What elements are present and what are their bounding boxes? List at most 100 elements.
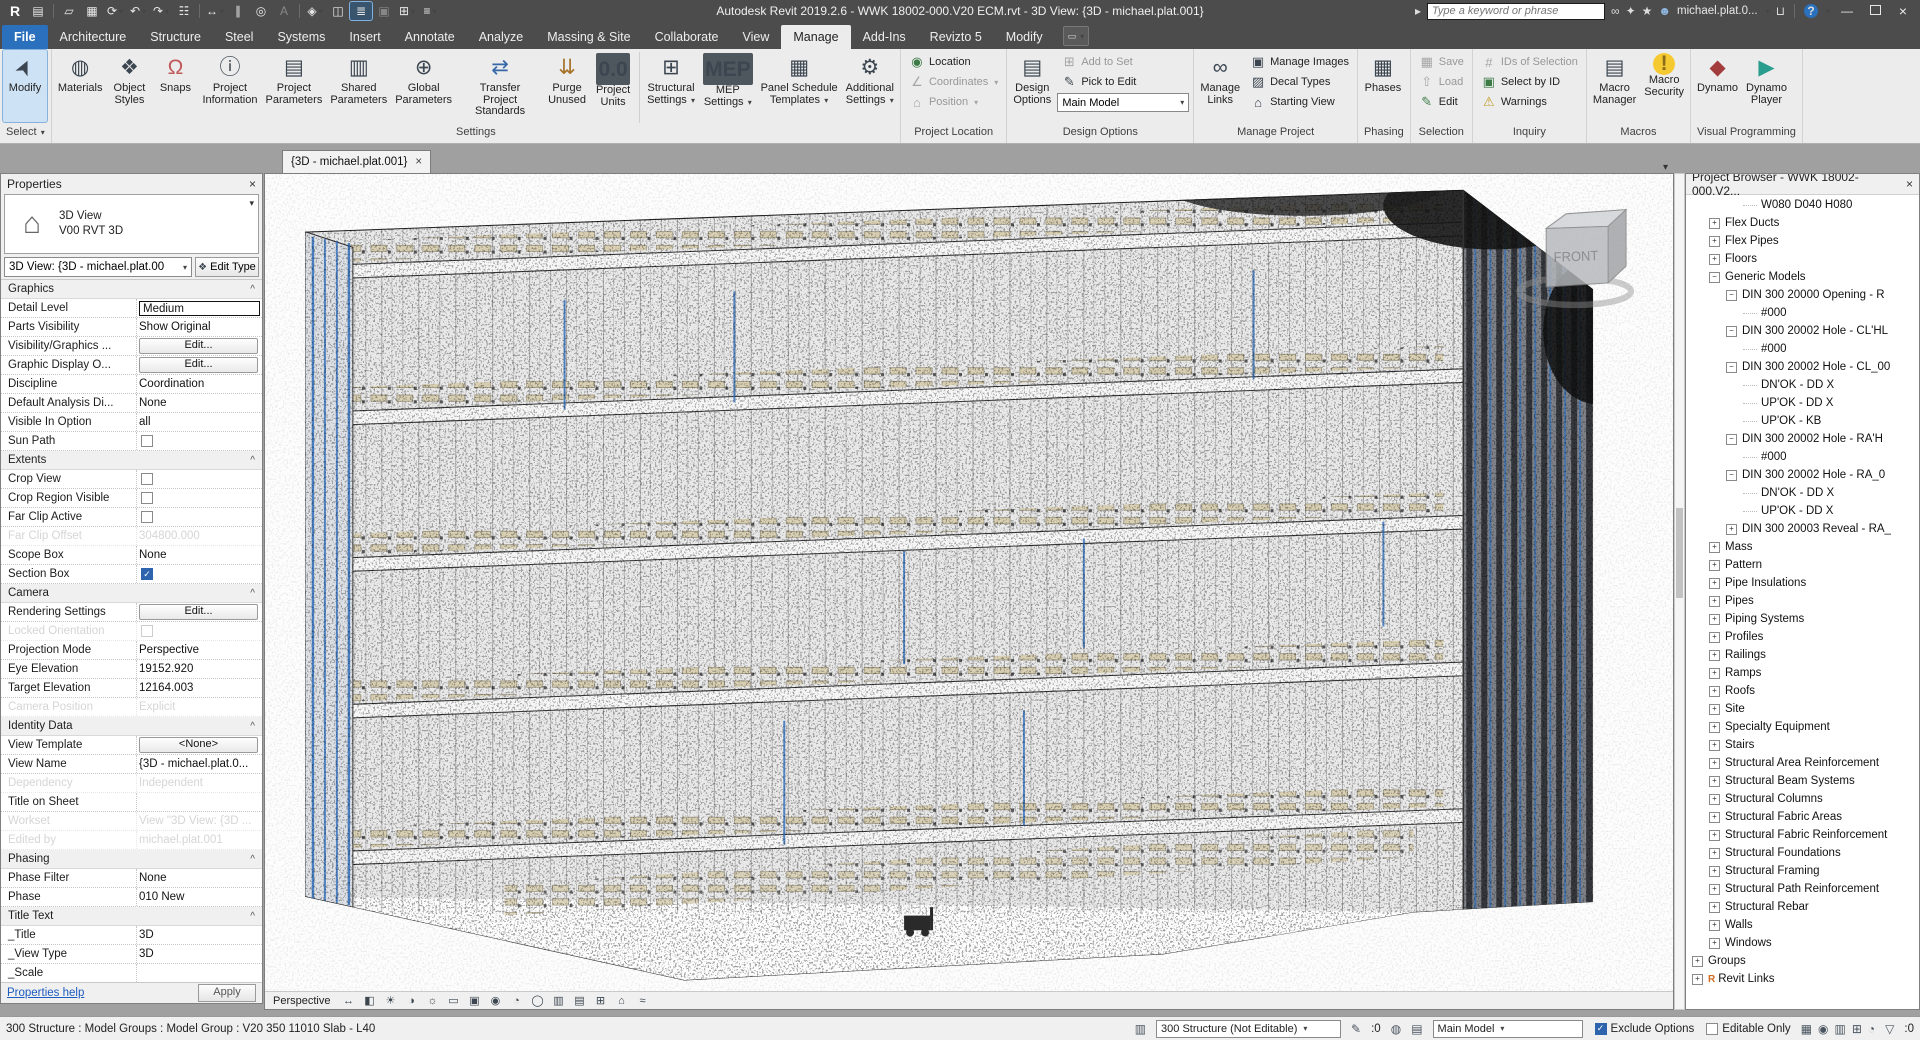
select-underlay-icon[interactable]: ◉ [1818, 1022, 1828, 1036]
transfer-project-standards-button[interactable]: ⇄Transfer Project Standards [457, 50, 543, 122]
materials-button[interactable]: ◍Materials [55, 50, 106, 122]
print-icon[interactable]: ☷ [173, 2, 195, 20]
collapse-chevron-icon[interactable]: ^ [250, 911, 255, 922]
tree-item-walls[interactable]: +Walls [1686, 916, 1919, 934]
crop-region-visible-checkbox[interactable] [141, 492, 153, 504]
expand-plus-icon[interactable]: + [1709, 758, 1720, 769]
restore-button[interactable] [1864, 4, 1886, 18]
position-button[interactable]: ⌂Position▾ [905, 92, 1002, 112]
tree-item-profiles[interactable]: +Profiles [1686, 628, 1919, 646]
expand-plus-icon[interactable]: + [1709, 578, 1720, 589]
worksets-icon[interactable]: ▥ [1135, 1022, 1146, 1036]
collapse-minus-icon[interactable]: − [1726, 290, 1737, 301]
collapse-minus-icon[interactable]: − [1726, 434, 1737, 445]
far-clip-active-checkbox[interactable] [141, 511, 153, 523]
tab-insert[interactable]: Insert [337, 25, 392, 49]
design-options-icon[interactable]: ▤ [1411, 1022, 1422, 1036]
save-button[interactable]: ▦Save [1415, 52, 1468, 72]
detail-level-value[interactable]: Medium [139, 301, 260, 316]
tree-item-structural-rebar[interactable]: +Structural Rebar [1686, 898, 1919, 916]
rendering-settings-edit-button[interactable]: Edit... [139, 604, 258, 620]
selection-toggle-icon[interactable]: ⌂ [614, 995, 628, 1007]
expand-plus-icon[interactable]: + [1709, 686, 1720, 697]
communication-center-icon[interactable]: ✦ [1626, 4, 1636, 18]
switch-windows-icon[interactable]: ⊞▾ [396, 2, 418, 20]
tab-systems[interactable]: Systems [265, 25, 337, 49]
customize-qat-icon[interactable]: ≡▾ [419, 2, 441, 20]
tree-item-din-300-20002-hole-cl-00[interactable]: −DIN 300 20002 Hole - CL_00 [1686, 358, 1919, 376]
lock-3d-view-icon[interactable]: ◉ [488, 994, 502, 1007]
select-links-icon[interactable]: ▦ [1801, 1022, 1812, 1036]
collapse-minus-icon[interactable]: − [1726, 470, 1737, 481]
tree-item-structural-path-reinforcement[interactable]: +Structural Path Reinforcement [1686, 880, 1919, 898]
active-workset-combobox[interactable]: 300 Structure (Not Editable)▾ [1156, 1020, 1341, 1038]
tab-structure[interactable]: Structure [138, 25, 213, 49]
section-header-title-text[interactable]: Title Text^ [1, 907, 262, 926]
view-template-edit-button[interactable]: <None> [139, 737, 258, 753]
tree-item-structural-framing[interactable]: +Structural Framing [1686, 862, 1919, 880]
tree-item-w080-d040-h080[interactable]: W080 D040 H080 [1686, 196, 1919, 214]
pick-to-edit-button[interactable]: ✎Pick to Edit [1057, 72, 1189, 92]
expand-plus-icon[interactable]: + [1709, 614, 1720, 625]
expand-plus-icon[interactable]: + [1709, 848, 1720, 859]
show-constraints-icon[interactable]: ⊞ [593, 994, 607, 1007]
crop-view-icon[interactable]: ▭ [446, 994, 460, 1007]
view-tab-close-icon[interactable]: × [415, 156, 422, 168]
coordinates-button[interactable]: ∠Coordinates▾ [905, 72, 1002, 92]
global-parameters-button[interactable]: ⊕Global Parameters [392, 50, 455, 122]
expand-plus-icon[interactable]: + [1692, 974, 1703, 985]
tree-item-stairs[interactable]: +Stairs [1686, 736, 1919, 754]
section-header-extents[interactable]: Extents^ [1, 451, 262, 470]
tree-item-din-300-20002-hole-ra-h[interactable]: −DIN 300 20002 Hole - RA'H [1686, 430, 1919, 448]
type-selector-chevron-icon[interactable]: ▾ [249, 198, 254, 209]
expand-plus-icon[interactable]: + [1709, 668, 1720, 679]
panel-schedule-templates-button[interactable]: ▦Panel Schedule Templates ▾ [758, 50, 841, 122]
purge-unused-button[interactable]: ⇊Purge Unused [545, 50, 589, 122]
tab-collaborate[interactable]: Collaborate [643, 25, 731, 49]
expand-plus-icon[interactable]: + [1709, 704, 1720, 715]
section-header-camera[interactable]: Camera^ [1, 584, 262, 603]
tree-item-structural-fabric-areas[interactable]: +Structural Fabric Areas [1686, 808, 1919, 826]
open-icon[interactable]: ▱ [58, 2, 80, 20]
tree-item-floors[interactable]: +Floors [1686, 250, 1919, 268]
dynamo-button[interactable]: ◆Dynamo [1694, 50, 1741, 122]
section-box-checkbox[interactable]: ✓ [141, 568, 153, 580]
tree-item-railings[interactable]: +Railings [1686, 646, 1919, 664]
select-by-face-icon[interactable]: ⊞ [1852, 1022, 1862, 1036]
filter-icon[interactable]: ▽ [1885, 1022, 1894, 1036]
crop-region-icon[interactable]: ▣ [467, 994, 481, 1007]
tree-item-windows[interactable]: +Windows [1686, 934, 1919, 952]
expand-plus-icon[interactable]: + [1709, 236, 1720, 247]
tree-item-flex-ducts[interactable]: +Flex Ducts [1686, 214, 1919, 232]
editable-elements-icon[interactable]: ✎ [1351, 1022, 1361, 1036]
collapse-minus-icon[interactable]: − [1726, 326, 1737, 337]
scrollbar-thumb[interactable] [1676, 508, 1683, 598]
project-parameters-button[interactable]: ▤Project Parameters [262, 50, 325, 122]
expand-plus-icon[interactable]: + [1709, 560, 1720, 571]
worksharing-display-icon[interactable]: ◍ [1391, 1022, 1401, 1036]
expand-plus-icon[interactable]: + [1709, 866, 1720, 877]
temporary-view-properties-icon[interactable]: ▤ [572, 994, 586, 1007]
render-icon[interactable]: ☼ [425, 995, 439, 1007]
tree-item-din-300-20002-hole-cl-hl[interactable]: −DIN 300 20002 Hole - CL'HL [1686, 322, 1919, 340]
dynamo-player-button[interactable]: ▶Dynamo Player [1743, 50, 1790, 122]
tab-modify[interactable]: Modify [994, 25, 1055, 49]
macro-security-button[interactable]: !Macro Security [1641, 50, 1687, 122]
design-options-button[interactable]: ▤Design Options [1010, 50, 1054, 122]
edit-type-button[interactable]: ❖ Edit Type [195, 257, 259, 277]
add-to-set-button[interactable]: ⊞Add to Set [1057, 52, 1189, 72]
view-tabs-menu-icon[interactable]: ▾ [1663, 162, 1674, 173]
tree-item-ramps[interactable]: +Ramps [1686, 664, 1919, 682]
sun-path-checkbox[interactable] [141, 435, 153, 447]
properties-help-link[interactable]: Properties help [7, 987, 84, 999]
additional-settings-button[interactable]: ⚙Additional Settings ▾ [843, 50, 897, 122]
tab-steel[interactable]: Steel [213, 25, 266, 49]
load-button[interactable]: ⇧Load [1415, 72, 1468, 92]
collapse-chevron-icon[interactable]: ^ [250, 284, 255, 295]
save-icon[interactable]: ▦ [81, 2, 103, 20]
manage-links-button[interactable]: ∞Manage Links [1197, 50, 1243, 122]
reveal-hidden-icon[interactable]: ◯ [530, 994, 544, 1007]
undo-icon[interactable]: ↶▾ [127, 2, 149, 20]
expand-plus-icon[interactable]: + [1709, 632, 1720, 643]
expand-plus-icon[interactable]: + [1709, 650, 1720, 661]
